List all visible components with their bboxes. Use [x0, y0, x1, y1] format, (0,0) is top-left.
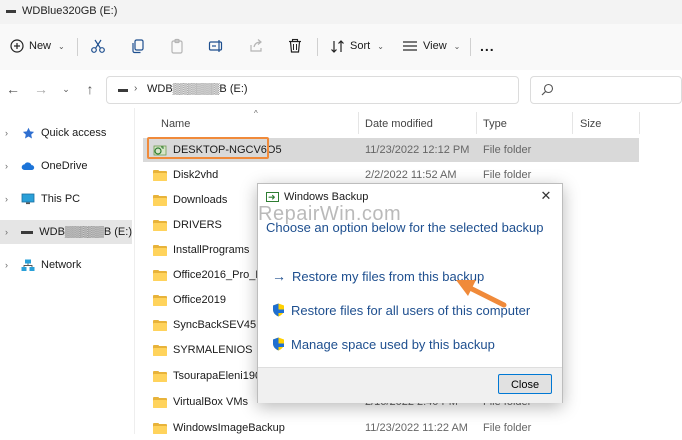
callout-arrow-icon [456, 280, 507, 308]
